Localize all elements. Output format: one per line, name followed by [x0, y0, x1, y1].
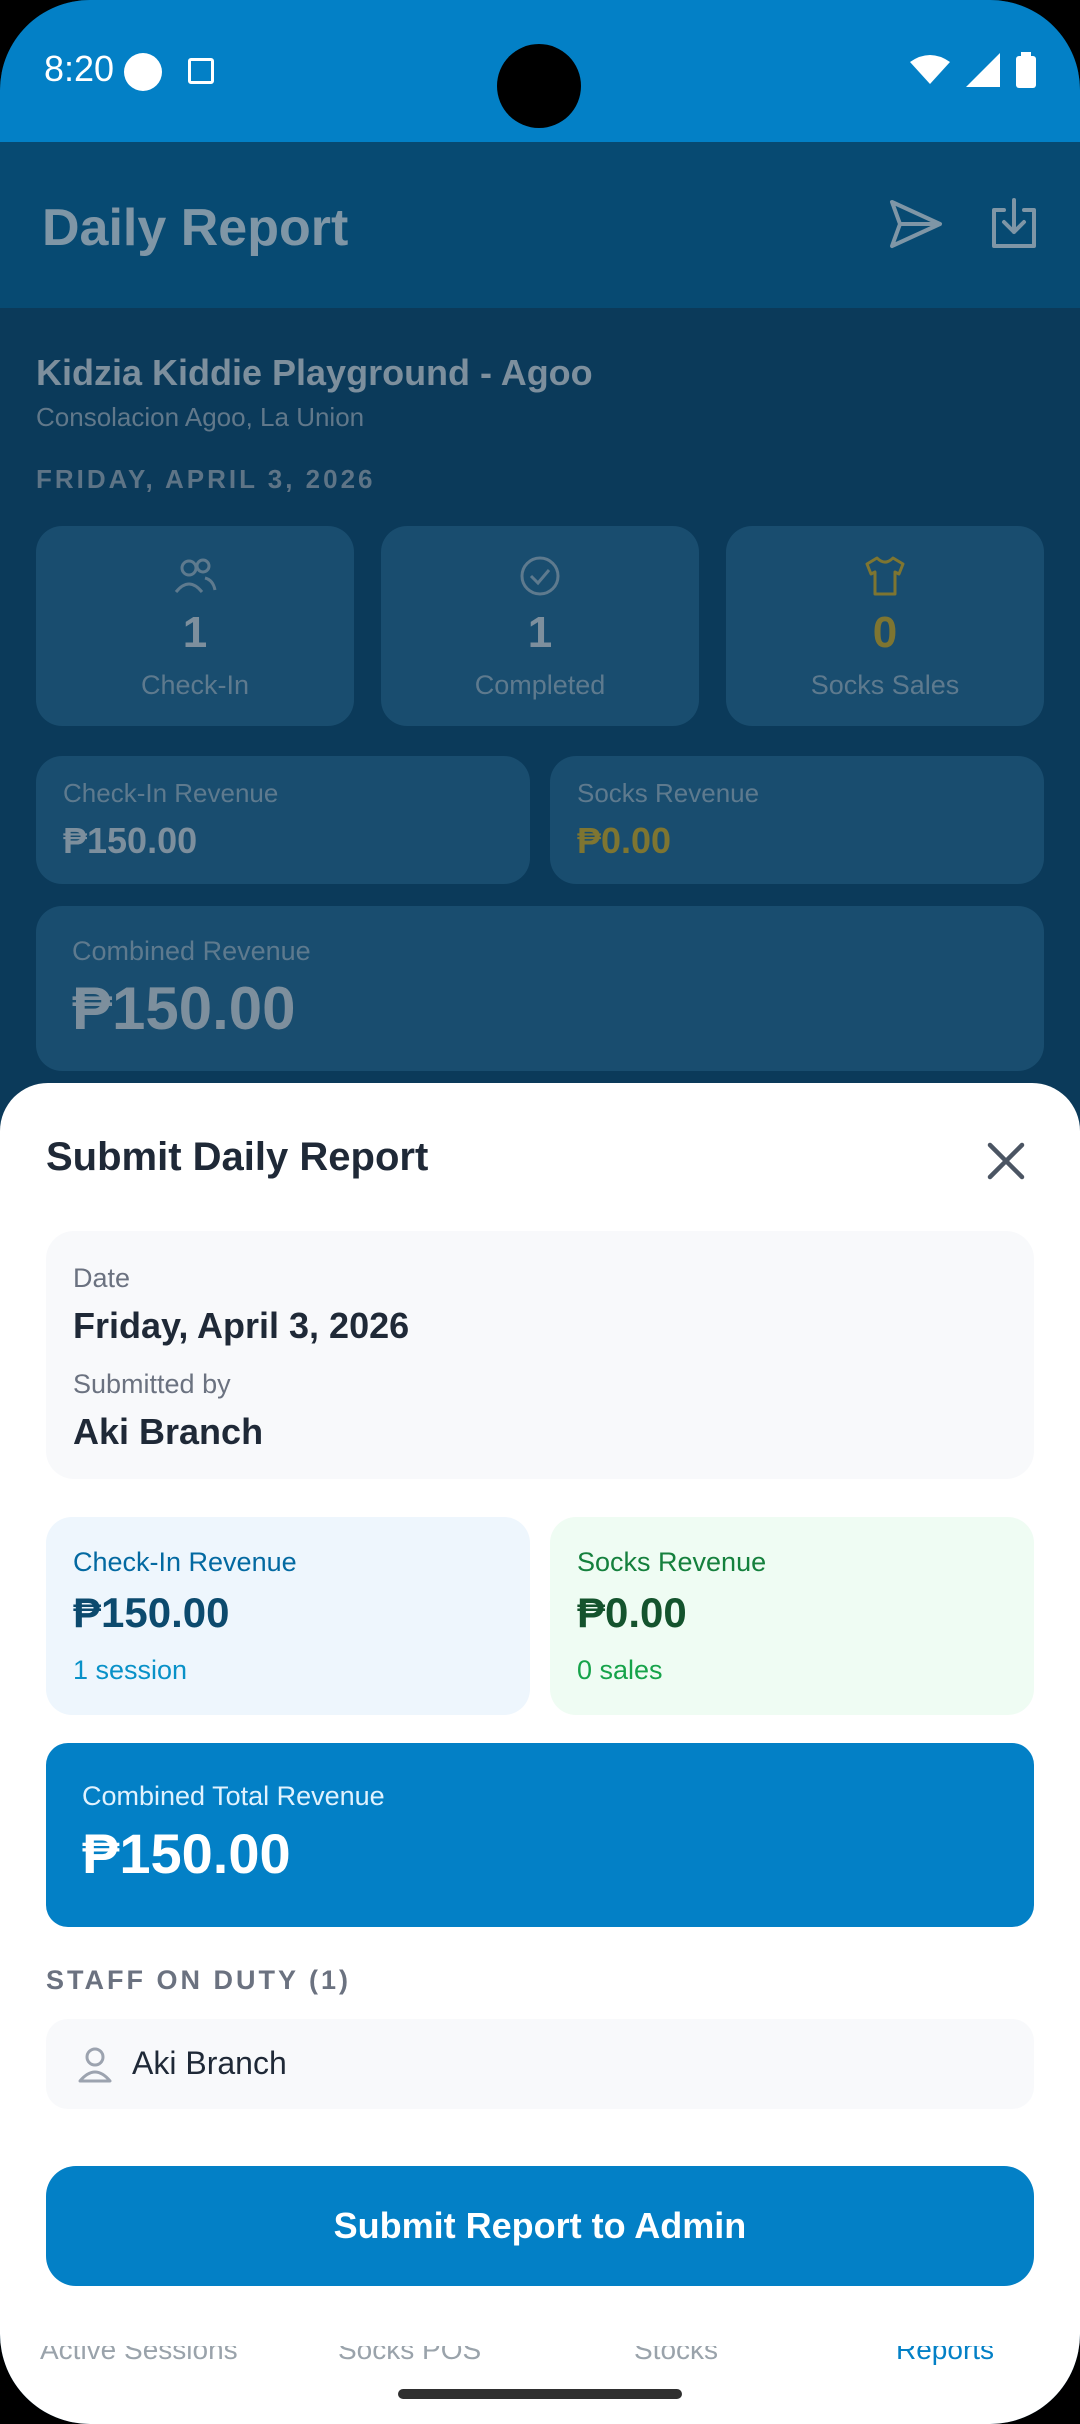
signal-icon	[966, 53, 1000, 87]
combined-total-value: ₱150.00	[82, 1822, 291, 1885]
status-bar: 8:20	[0, 0, 1080, 142]
home-indicator[interactable]	[398, 2389, 682, 2399]
combined-revenue-card: Combined Revenue ₱150.00	[36, 906, 1044, 1071]
nav-socks-pos[interactable]: Socks POS	[338, 2346, 481, 2366]
submitted-by-label: Submitted by	[73, 1369, 231, 1399]
stat-card-checkin: 1 Check-In	[36, 526, 354, 726]
app-bar: Daily Report	[0, 142, 1080, 308]
socks-revenue-summary: Socks Revenue ₱0.00 0 sales	[550, 1517, 1034, 1715]
nav-active-sessions[interactable]: Active Sessions	[40, 2346, 238, 2366]
date-label: Date	[73, 1263, 131, 1293]
send-icon[interactable]	[886, 194, 946, 254]
revenue-value: ₱150.00	[72, 975, 296, 1042]
branch-name: Kidzia Kiddie Playground - Agoo	[36, 352, 593, 393]
revenue-label: Check-In Revenue	[63, 778, 279, 808]
socks-sales-count: 0 sales	[577, 1655, 663, 1685]
submitted-by-value: Aki Branch	[73, 1411, 264, 1452]
phone-screen: 8:20 Daily Report Kidzia Kiddie Playgrou…	[0, 0, 1080, 2424]
battery-icon	[1016, 52, 1036, 88]
checkin-revenue-card: Check-In Revenue ₱150.00	[36, 756, 530, 884]
nav-reports[interactable]: Reports	[896, 2346, 994, 2366]
close-icon[interactable]	[984, 1139, 1028, 1183]
stat-value: 1	[527, 608, 553, 657]
date-value: Friday, April 3, 2026	[73, 1305, 410, 1346]
checkin-revenue-value: ₱150.00	[73, 1589, 230, 1636]
stat-card-socks: 0 Socks Sales	[726, 526, 1044, 726]
nav-stocks[interactable]: Stocks	[634, 2346, 718, 2366]
bottom-nav-peek: Active Sessions Socks POS Stocks Reports	[0, 2346, 1080, 2376]
status-icons	[910, 52, 1036, 88]
stat-value: 0	[872, 608, 898, 657]
socks-revenue-card: Socks Revenue ₱0.00	[550, 756, 1044, 884]
staff-row: Aki Branch	[46, 2019, 1034, 2109]
stat-value: 1	[182, 608, 208, 657]
stat-label: Socks Sales	[810, 670, 960, 700]
users-icon	[174, 558, 217, 593]
submit-report-button[interactable]: Submit Report to Admin	[46, 2166, 1034, 2286]
socks-revenue-label: Socks Revenue	[577, 1547, 767, 1577]
shirt-icon	[865, 556, 905, 596]
page-title: Daily Report	[42, 199, 349, 257]
revenue-value: ₱0.00	[577, 820, 672, 861]
accessibility-notification-icon	[188, 58, 214, 84]
revenue-label: Socks Revenue	[577, 778, 760, 808]
check-circle-icon	[520, 556, 560, 596]
combined-total-label: Combined Total Revenue	[82, 1781, 385, 1811]
staff-on-duty-heading: STAFF ON DUTY (1)	[46, 1965, 351, 1995]
camera-cutout	[497, 44, 581, 128]
report-date-heading: FRIDAY, APRIL 3, 2026	[36, 464, 376, 494]
stat-card-completed: 1 Completed	[381, 526, 699, 726]
socks-revenue-value: ₱0.00	[577, 1589, 687, 1636]
staff-name: Aki Branch	[132, 2045, 287, 2081]
checkin-revenue-label: Check-In Revenue	[73, 1547, 297, 1577]
checkin-session-count: 1 session	[73, 1655, 188, 1685]
report-info-card: Date Friday, April 3, 2026 Submitted by …	[46, 1231, 1034, 1479]
wifi-icon	[910, 55, 950, 84]
stat-label: Completed	[474, 670, 606, 700]
branch-location: Consolacion Agoo, La Union	[36, 402, 365, 432]
checkin-revenue-summary: Check-In Revenue ₱150.00 1 session	[46, 1517, 530, 1715]
revenue-value: ₱150.00	[63, 820, 198, 861]
app-notification-icon	[124, 53, 162, 91]
user-icon	[78, 2047, 112, 2083]
sheet-title: Submit Daily Report	[46, 1135, 429, 1179]
download-icon[interactable]	[984, 194, 1044, 254]
revenue-label: Combined Revenue	[72, 936, 311, 966]
combined-total-card: Combined Total Revenue ₱150.00	[46, 1743, 1034, 1927]
submit-report-sheet: Submit Daily Report Date Friday, April 3…	[0, 1083, 1080, 2424]
stat-label: Check-In	[140, 670, 250, 700]
status-time: 8:20	[44, 48, 115, 89]
